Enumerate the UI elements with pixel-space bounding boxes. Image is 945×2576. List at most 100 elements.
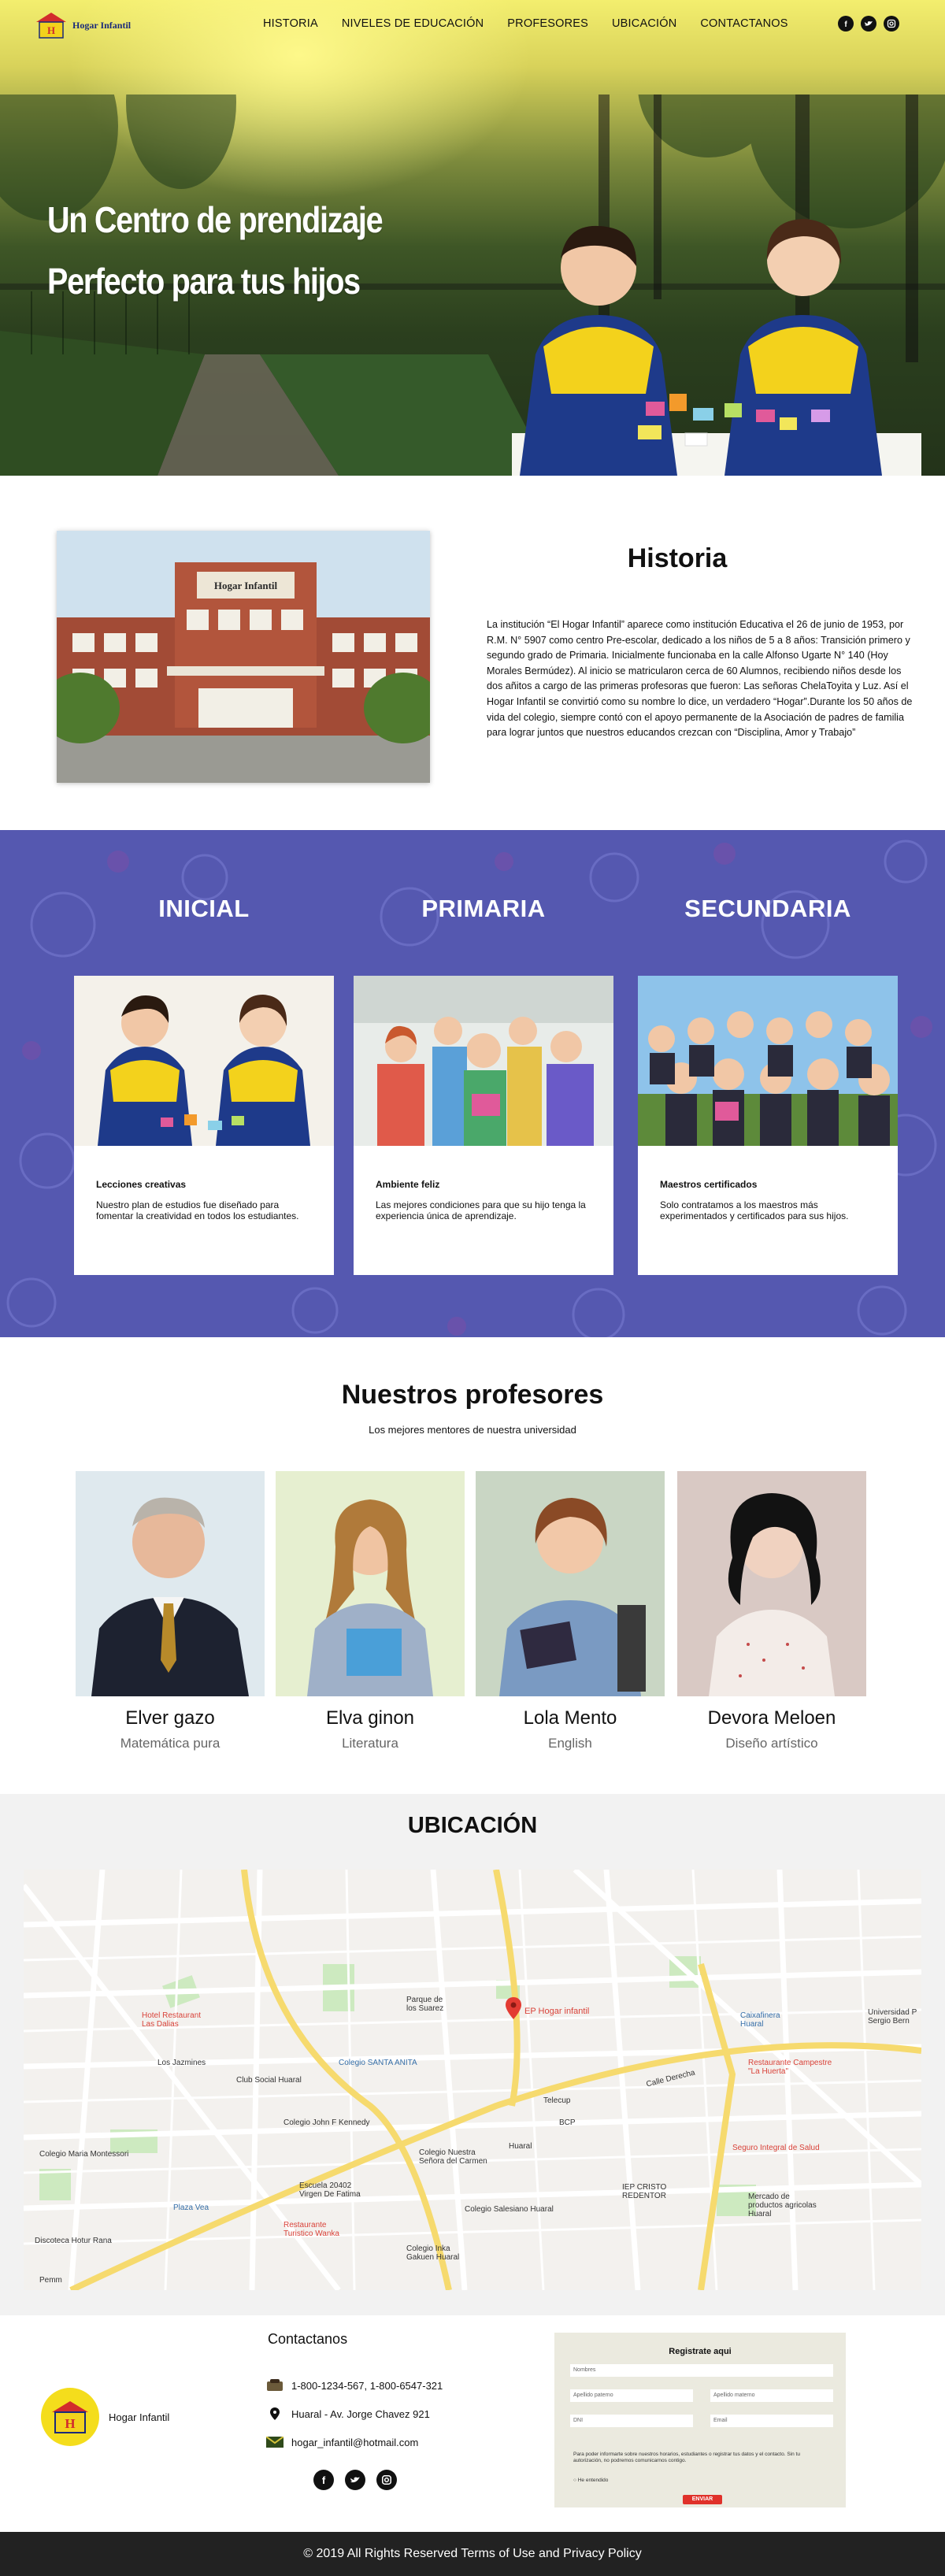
profesor-name: Elva ginon xyxy=(325,1707,415,1729)
menu-item-ubicacion[interactable]: UBICACIÓN xyxy=(612,17,676,30)
map-label: Colegio Inka Gakuen Huaral xyxy=(406,2244,460,2262)
nombres-field[interactable]: Nombres xyxy=(570,2364,833,2377)
nivel-primaria-card[interactable]: Ambiente feliz Las mejores condiciones p… xyxy=(354,976,613,1275)
main-menu: HISTORIA NIVELES DE EDUCACIÓN PROFESORES… xyxy=(263,17,788,30)
nivel-inicial-card[interactable]: Lecciones creativas Nuestro plan de estu… xyxy=(74,976,334,1275)
contact-email[interactable]: hogar_infantil@hotmail.com xyxy=(266,2435,418,2449)
map-pin-icon[interactable] xyxy=(506,1997,521,2019)
map-label: Parque de los Suarez xyxy=(406,1996,444,2013)
twitter-icon[interactable] xyxy=(861,16,876,32)
historia-school-photo: Hogar Infantil xyxy=(57,531,430,783)
map-label: Escuela 20402 Virgen De Fatima xyxy=(299,2181,361,2199)
location-map[interactable]: EP Hogar infantil Hotel Restaurant Las D… xyxy=(24,1870,921,2290)
hero-title: Un Centro de prendizaje Perfecto para tu… xyxy=(47,189,384,312)
instagram-icon[interactable] xyxy=(884,16,899,32)
nivel-inicial-card-title: Lecciones creativas xyxy=(96,1179,187,1190)
nivel-secundaria-card-text: Solo contratamos a los maestros más expe… xyxy=(660,1199,849,1221)
profesor-name: Elver gazo xyxy=(125,1707,215,1729)
hero-kids-image xyxy=(512,219,921,476)
profesores-title: Nuestros profesores xyxy=(341,1380,604,1410)
profesor-photo xyxy=(76,1471,265,1696)
nivel-secundaria-card[interactable]: Maestros certificados Solo contratamos a… xyxy=(638,976,898,1275)
map-label: Colegio Nuestra Señora del Carmen xyxy=(419,2148,487,2166)
profesor-card[interactable]: Devora Meloen Diseño artístico xyxy=(677,1471,866,1751)
map-label: IEP CRISTO REDENTOR xyxy=(622,2183,667,2200)
email-field[interactable]: Email xyxy=(710,2415,833,2427)
contact-title: Contactanos xyxy=(268,2331,348,2347)
dni-field[interactable]: DNI xyxy=(570,2415,693,2427)
profesor-role: English xyxy=(548,1736,592,1751)
form-checkbox[interactable]: ○ He entendido xyxy=(573,2478,608,2483)
historia-title: Historia xyxy=(627,543,728,573)
map-label: Discoteca Hotur Rana xyxy=(35,2237,112,2245)
profesor-role: Matemática pura xyxy=(120,1736,220,1751)
map-label: Seguro Integral de Salud xyxy=(732,2144,820,2152)
nivel-secundaria-title: SECUNDARIA xyxy=(684,895,851,922)
profesor-photo xyxy=(476,1471,665,1696)
footer-social-links: f xyxy=(313,2470,397,2490)
profesor-role: Diseño artístico xyxy=(725,1736,818,1751)
contact-phone[interactable]: 1-800-1234-567, 1-800-6547-321 xyxy=(266,2378,443,2393)
nivel-primaria-image xyxy=(354,976,613,1146)
footer-logo[interactable]: H Hogar Infantil xyxy=(41,2388,169,2446)
profesor-card[interactable]: Lola Mento English xyxy=(476,1471,665,1751)
logo-text: Hogar Infantil xyxy=(72,19,132,31)
apellido-materno-field[interactable]: Apellido materno xyxy=(710,2389,833,2402)
map-label: Club Social Huaral xyxy=(236,2076,302,2085)
contact-address[interactable]: Huaral - Av. Jorge Chavez 921 xyxy=(266,2407,430,2421)
ubicacion-section: UBICACIÓN EP Hogar infantil Hotel Restau… xyxy=(0,1794,945,2315)
menu-item-contactanos[interactable]: CONTACTANOS xyxy=(700,17,788,30)
contact-email-text: hogar_infantil@hotmail.com xyxy=(291,2436,419,2448)
apellido-paterno-field[interactable]: Apellido paterno xyxy=(570,2389,693,2402)
menu-item-niveles[interactable]: NIVELES DE EDUCACIÓN xyxy=(342,17,484,30)
svg-text:f: f xyxy=(844,20,847,28)
map-label: Colegio John F Kennedy xyxy=(284,2118,370,2127)
nivel-secundaria-card-title: Maestros certificados xyxy=(660,1179,758,1190)
twitter-icon[interactable] xyxy=(345,2470,365,2490)
map-label: Mercado de productos agricolas Huaral xyxy=(748,2192,817,2218)
menu-item-historia[interactable]: HISTORIA xyxy=(263,17,318,30)
ubicacion-title: UBICACIÓN xyxy=(407,1813,538,1838)
svg-text:H: H xyxy=(47,24,55,36)
submit-button[interactable]: ENVIAR xyxy=(683,2495,722,2504)
map-label: Los Jazmines xyxy=(158,2059,206,2067)
phone-icon xyxy=(266,2378,284,2393)
nivel-primaria-card-text: Las mejores condiciones para que su hijo… xyxy=(376,1199,586,1221)
nivel-inicial-card-text: Nuestro plan de estudios fue diseñado pa… xyxy=(96,1199,299,1221)
profesor-card[interactable]: Elva ginon Literatura xyxy=(276,1471,465,1751)
facebook-icon[interactable]: f xyxy=(838,16,854,32)
map-label: BCP xyxy=(559,2118,576,2127)
historia-text: La institución “El Hogar Infantil” apare… xyxy=(487,619,913,739)
hero-title-line-2: Perfecto para tus hijos xyxy=(47,261,361,302)
nivel-secundaria-image xyxy=(638,976,898,1146)
form-checkbox-label: He entendido xyxy=(577,2478,609,2483)
map-label: Universidad P Sergio Bern xyxy=(868,2008,917,2026)
logo[interactable]: H Hogar Infantil xyxy=(35,11,131,39)
profesor-name: Devora Meloen xyxy=(707,1707,836,1729)
instagram-icon[interactable] xyxy=(376,2470,397,2490)
map-label: Huaral xyxy=(509,2142,532,2151)
facebook-icon[interactable]: f xyxy=(313,2470,334,2490)
nivel-inicial-image xyxy=(74,976,334,1146)
map-label: Restaurante Turistico Wanka xyxy=(284,2221,339,2238)
map-label: Plaza Vea xyxy=(173,2203,209,2212)
map-label: Colegio Maria Montessori xyxy=(39,2150,129,2159)
map-label: Caixafinera Huaral xyxy=(740,2011,780,2029)
form-title: Registrate aqui xyxy=(669,2347,732,2356)
logo-house-icon: H xyxy=(36,13,66,39)
footer-logo-badge: H xyxy=(41,2388,99,2446)
location-pin-icon xyxy=(266,2407,284,2421)
header-social-links: f xyxy=(838,16,899,32)
hero-title-line-1: Un Centro de prendizaje xyxy=(47,199,384,240)
profesor-role: Literatura xyxy=(342,1736,398,1751)
form-notice: Para poder informarte sobre nuestros hor… xyxy=(573,2452,800,2463)
nivel-primaria-card-title: Ambiente feliz xyxy=(376,1179,440,1190)
profesor-photo xyxy=(276,1471,465,1696)
map-pin-label: EP Hogar infantil xyxy=(524,2007,590,2016)
registration-form: Registrate aqui Nombres Apellido paterno… xyxy=(554,2333,846,2507)
menu-item-profesores[interactable]: PROFESORES xyxy=(507,17,588,30)
top-navigation: H Hogar Infantil HISTORIA NIVELES DE EDU… xyxy=(0,0,945,49)
copyright-bar: © 2019 All Rights Reserved Terms of Use … xyxy=(0,2532,945,2576)
profesor-card[interactable]: Elver gazo Matemática pura xyxy=(76,1471,265,1751)
map-label: Colegio Salesiano Huaral xyxy=(465,2205,554,2214)
